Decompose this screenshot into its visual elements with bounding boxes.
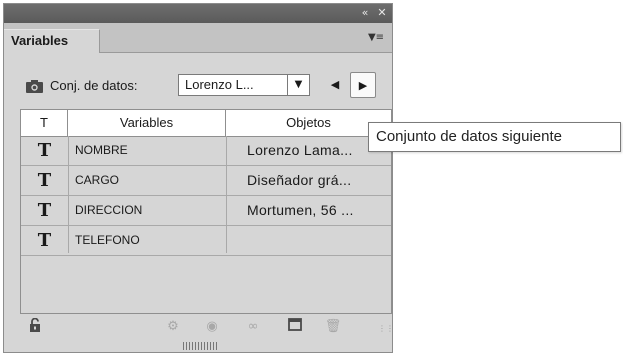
variables-panel: « ✕ Variables ▼≡ Conj. de datos: Lorenzo…	[3, 3, 394, 353]
object-name: Lorenzo Lama...	[247, 142, 353, 158]
tab-variables[interactable]: Variables	[4, 29, 100, 53]
tab-strip: Variables ▼≡	[4, 23, 392, 53]
table-row[interactable]: T NOMBRE Lorenzo Lama...	[21, 136, 391, 166]
column-header-type[interactable]: T	[21, 110, 68, 136]
variable-name: TELEFONO	[75, 233, 140, 247]
previous-dataset-button[interactable]: ◀	[322, 72, 348, 98]
collapse-icon[interactable]: «	[358, 5, 372, 21]
camera-icon	[26, 80, 43, 93]
visibility-icon[interactable]: ◉	[203, 318, 221, 336]
panel-menu-icon[interactable]: ▼≡	[367, 32, 385, 44]
next-dataset-button[interactable]: ▶	[350, 72, 376, 98]
dropdown-arrow-icon[interactable]: ▼	[287, 75, 309, 95]
variable-name: CARGO	[75, 173, 120, 187]
close-icon[interactable]: ✕	[375, 5, 389, 21]
tooltip: Conjunto de datos siguiente	[368, 122, 621, 152]
triangle-left-icon: ◀	[330, 78, 340, 91]
triangle-right-icon: ▶	[358, 79, 368, 92]
unbind-icon[interactable]: ∞	[244, 318, 262, 336]
text-variable-icon: T	[37, 200, 52, 221]
dataset-selected-value: Lorenzo L...	[185, 77, 254, 92]
object-name: Diseñador grá...	[247, 172, 352, 188]
column-header-objects[interactable]: Objetos	[226, 110, 391, 136]
new-variable-icon[interactable]	[286, 318, 304, 336]
table-row[interactable]: T CARGO Diseñador grá...	[21, 166, 391, 196]
text-variable-icon: T	[37, 170, 52, 191]
variable-name: DIRECCION	[75, 203, 143, 217]
variables-table: T Variables Objetos T NOMBRE Lorenzo Lam…	[20, 109, 392, 314]
resize-grip-icon[interactable]: ⋮⋮	[378, 324, 394, 334]
lock-icon[interactable]	[26, 317, 44, 336]
dataset-select[interactable]: Lorenzo L... ▼	[178, 74, 310, 96]
object-name: Mortumen, 56 ...	[247, 202, 354, 218]
column-header-variables[interactable]: Variables	[68, 110, 226, 136]
table-header: T Variables Objetos	[21, 110, 391, 137]
text-variable-icon: T	[37, 140, 52, 161]
panel-titlebar: « ✕	[4, 4, 392, 23]
variable-name: NOMBRE	[75, 143, 128, 157]
table-row[interactable]: T TELEFONO	[21, 226, 391, 256]
dataset-label: Conj. de datos:	[50, 78, 138, 93]
bind-icon[interactable]: ⚙	[164, 318, 182, 336]
trash-icon[interactable]: 🗑	[324, 318, 342, 336]
table-row[interactable]: T DIRECCION Mortumen, 56 ...	[21, 196, 391, 226]
text-variable-icon: T	[37, 230, 52, 251]
resize-handle[interactable]	[183, 342, 217, 350]
